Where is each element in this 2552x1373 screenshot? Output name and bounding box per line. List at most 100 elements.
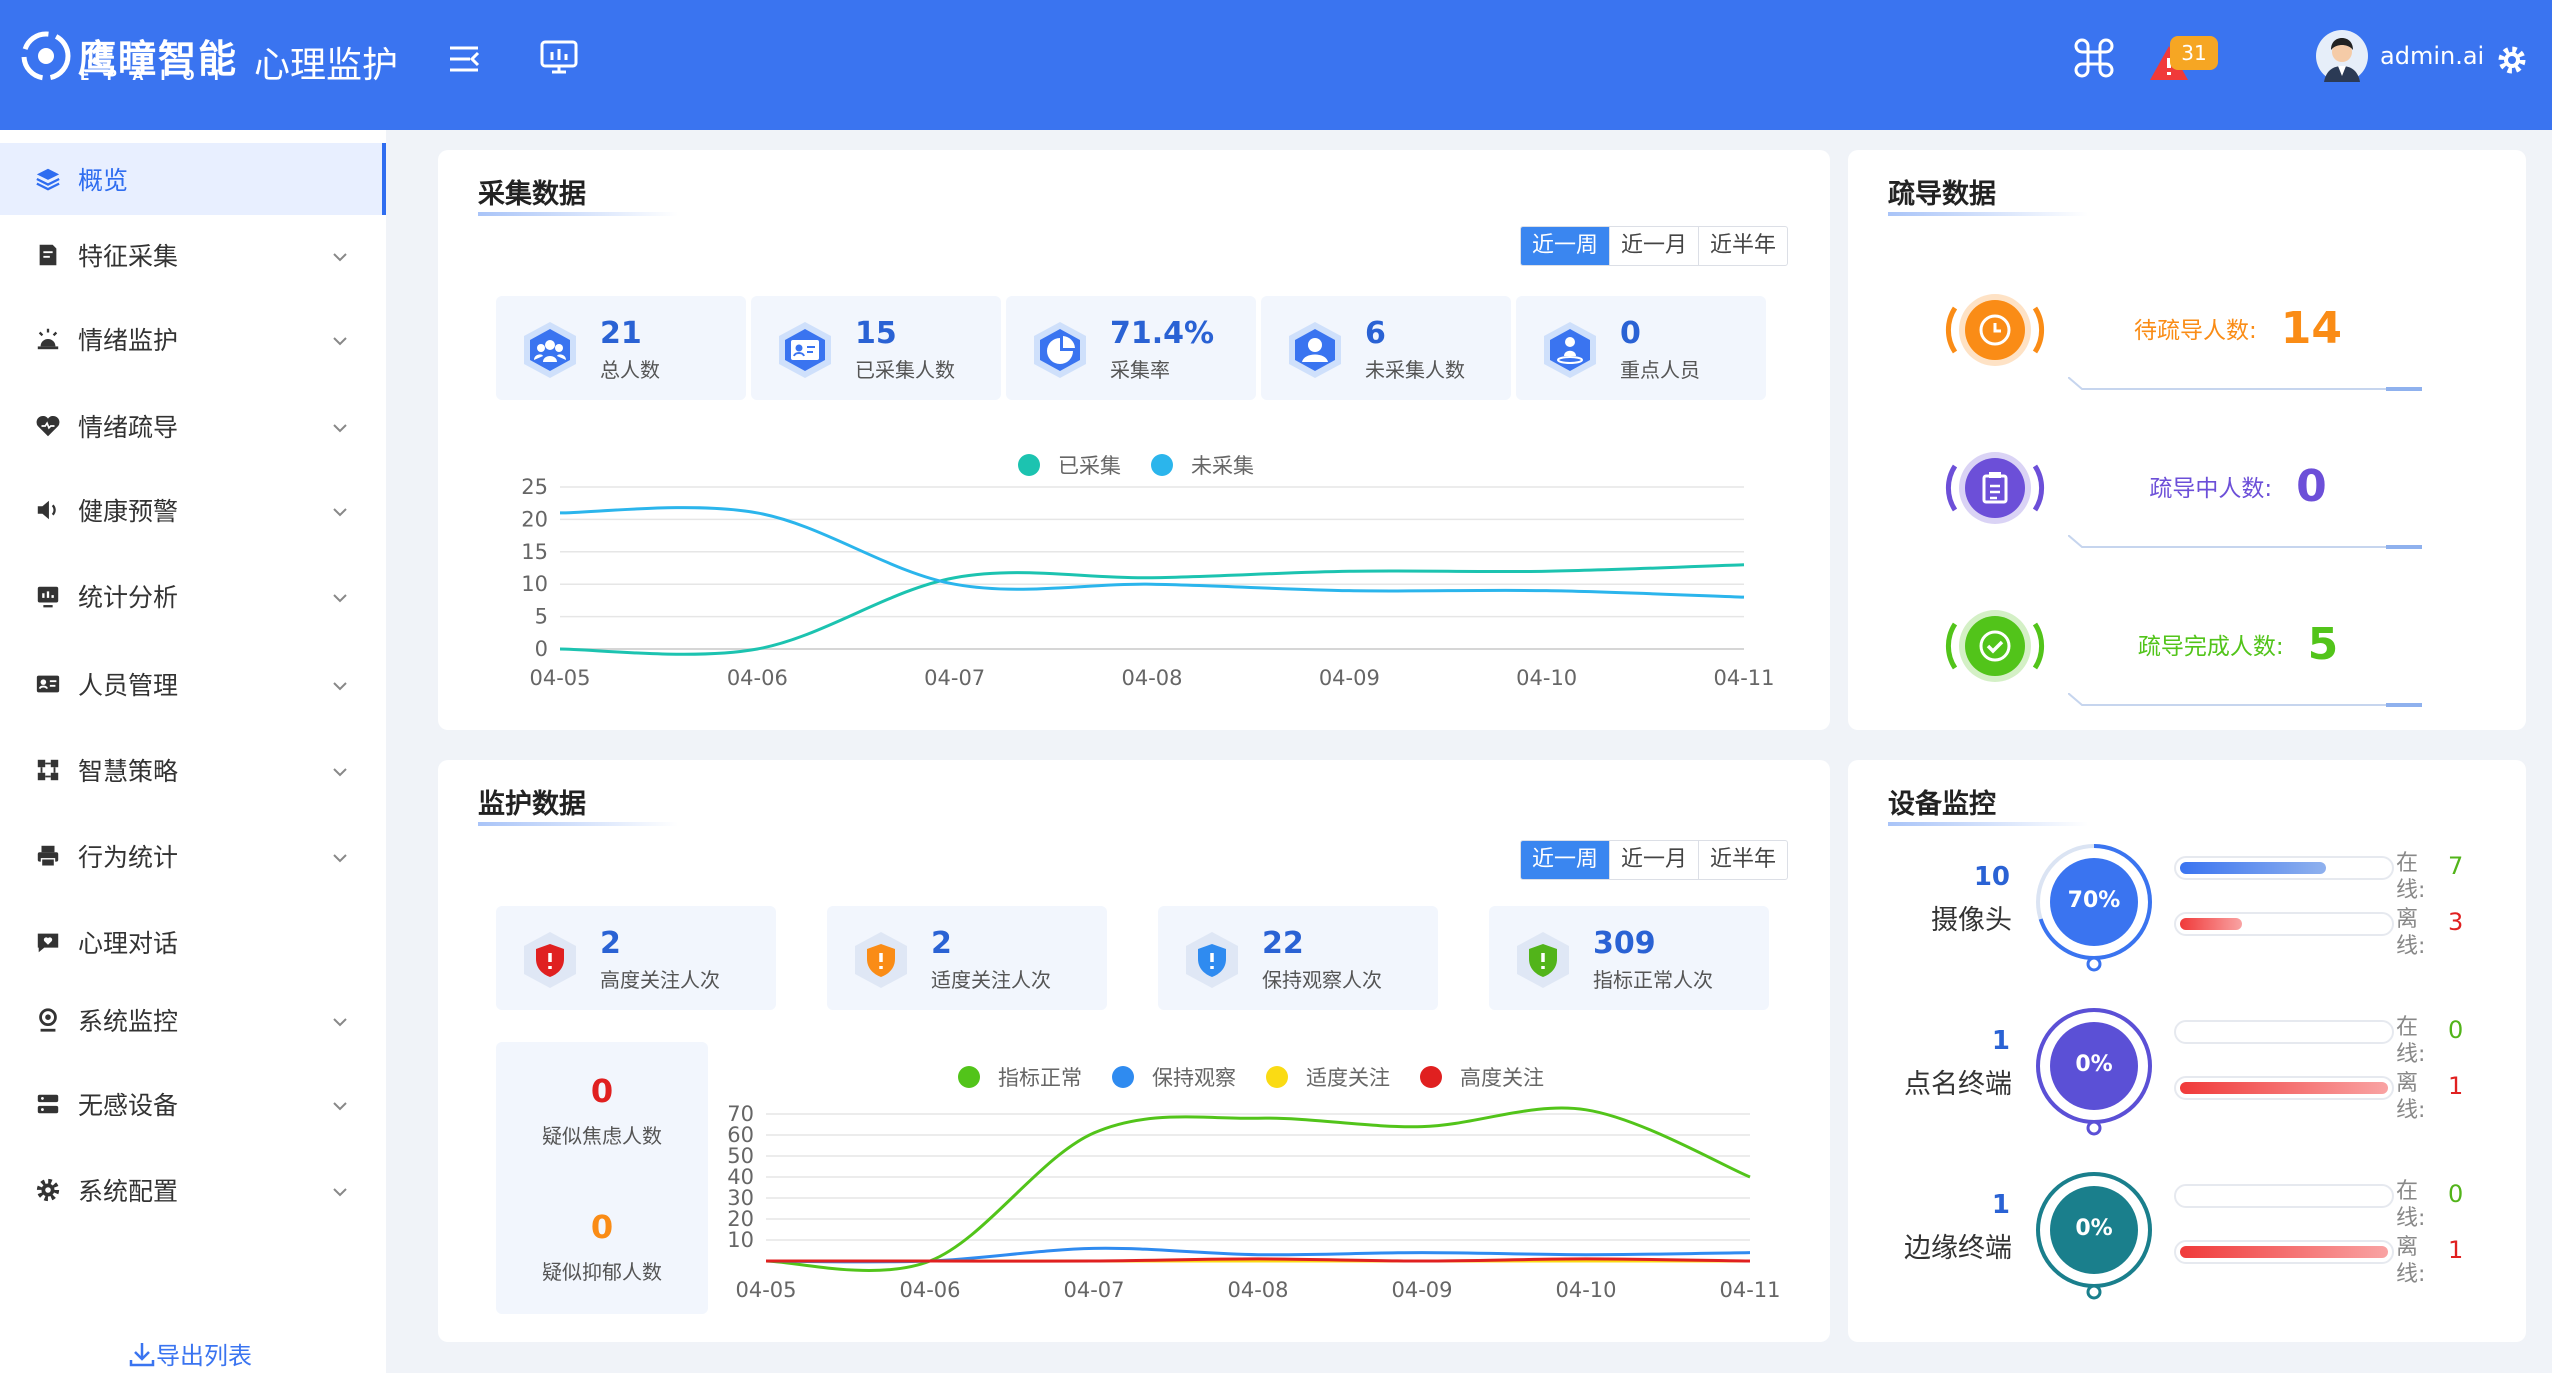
gear-icon [34, 1176, 62, 1204]
status-label: 在线: [2396, 1015, 2426, 1067]
device-name: 边缘终端 [1904, 1233, 2012, 1264]
bar-fill [2180, 1246, 2388, 1258]
sidebar-item-10[interactable]: 系统监控 [0, 984, 386, 1056]
chevron-down-icon [330, 845, 352, 867]
guide-underline [2067, 529, 2428, 549]
device-count: 10 [1973, 862, 2010, 892]
id-card-icon [34, 670, 62, 698]
x-tick-label: 04-08 [1227, 1278, 1288, 1302]
collect-line-chart: 0 5 10 15 20 25 04-05 04-06 04-07 04-08 04-09 04-10… [521, 475, 1774, 690]
guide-underline [2067, 371, 2428, 391]
x-tick-label: 04-07 [924, 666, 985, 690]
series-line [559, 563, 1745, 656]
bar-fill [2180, 862, 2326, 874]
guide-value: 14 [2280, 302, 2342, 354]
chevron-down-icon [330, 1179, 352, 1201]
monitor-screen-icon[interactable] [540, 40, 578, 76]
offline-bar [2174, 1076, 2394, 1100]
sidebar-item-0[interactable]: 概览 [0, 143, 386, 215]
x-tick-label: 04-06 [899, 1278, 960, 1302]
status-count: 1 [2448, 1236, 2464, 1264]
y-tick-label: 40 [727, 1165, 754, 1189]
alarm-icon [34, 325, 62, 353]
y-tick-label: 50 [727, 1144, 754, 1168]
sidebar-item-label: 系统配置 [78, 1177, 179, 1206]
chart-icon [34, 582, 62, 610]
y-tick-label: 10 [521, 572, 548, 596]
status-count: 3 [2448, 908, 2464, 936]
guide-title: 疏导数据 [1888, 172, 2088, 216]
online-bar [2174, 1184, 2394, 1208]
guide-label: 待疏导人数: [2134, 318, 2257, 344]
guide-data-card: 疏导数据 待疏导人数: 14 疏导中人数: 0 疏导完成人数: 5 [1848, 150, 2526, 730]
y-tick-label: 15 [521, 540, 548, 564]
sidebar-item-12[interactable]: 系统配置 [0, 1154, 386, 1226]
monitor-line-chart: 10203040506070 04-05 04-06 04-07 04-08 04-09 0… [727, 1102, 1780, 1302]
speaker-icon [34, 496, 62, 524]
edit-icon [34, 241, 62, 269]
chevron-down-icon [330, 585, 352, 607]
clipboard-icon [1940, 443, 2050, 533]
device-title: 设备监控 [1888, 782, 2088, 826]
sidebar-item-11[interactable]: 无感设备 [0, 1068, 386, 1140]
sidebar-item-label: 健康预警 [78, 497, 179, 526]
sidebar-item-2[interactable]: 情绪监护 [0, 303, 386, 375]
x-tick-label: 04-11 [1719, 1278, 1780, 1302]
sidebar-item-label: 无感设备 [78, 1091, 179, 1120]
command-icon[interactable] [2074, 38, 2114, 78]
guide-row: 待疏导人数: 14 [2068, 293, 2408, 363]
chevron-down-icon [330, 1009, 352, 1031]
sidebar-item-label: 人员管理 [78, 671, 179, 700]
x-tick-label: 04-05 [735, 1278, 796, 1302]
sidebar-item-label: 特征采集 [78, 242, 179, 271]
offline-bar [2174, 1240, 2394, 1264]
notification-badge: 31 [2170, 36, 2218, 70]
status-label: 在线: [2396, 851, 2426, 903]
username-label[interactable]: admin.ai [2380, 42, 2484, 70]
location-icon [34, 1006, 62, 1034]
guide-row: 疏导完成人数: 5 [2068, 609, 2408, 679]
sidebar: 概览 特征采集 情绪监护 情绪疏导 健康预警 统计分析 人员管理 智慧策略 行为统计 心理对话 系统… [0, 130, 386, 1373]
x-tick-label: 04-07 [1063, 1278, 1124, 1302]
y-tick-label: 70 [727, 1102, 754, 1126]
guide-label: 疏导完成人数: [2137, 634, 2284, 660]
status-label: 离线: [2396, 1071, 2426, 1123]
chevron-down-icon [330, 499, 352, 521]
device-count: 1 [1991, 1190, 2010, 1220]
device-name: 摄像头 [1931, 905, 2012, 936]
chevron-down-icon [330, 759, 352, 781]
sidebar-item-6[interactable]: 人员管理 [0, 648, 386, 720]
guide-value: 0 [2296, 460, 2327, 512]
device-name: 点名终端 [1904, 1069, 2012, 1100]
offline-bar [2174, 912, 2394, 936]
guide-underline [2067, 687, 2428, 707]
sidebar-item-3[interactable]: 情绪疏导 [0, 390, 386, 462]
bar-fill [2180, 1082, 2388, 1094]
menu-collapse-icon[interactable] [448, 44, 480, 74]
sidebar-item-9[interactable]: 心理对话 [0, 906, 386, 978]
device-percent: 0% [2075, 1052, 2113, 1077]
sidebar-item-label: 情绪疏导 [78, 413, 179, 442]
sidebar-item-8[interactable]: 行为统计 [0, 820, 386, 892]
export-list-link[interactable]: 导出列表 [128, 1336, 252, 1371]
y-tick-label: 30 [727, 1186, 754, 1210]
printer-icon [34, 842, 62, 870]
sidebar-item-5[interactable]: 统计分析 [0, 560, 386, 632]
sidebar-item-7[interactable]: 智慧策略 [0, 734, 386, 806]
sidebar-item-label: 行为统计 [78, 843, 179, 872]
status-count: 1 [2448, 1072, 2464, 1100]
x-tick-label: 04-10 [1516, 666, 1577, 690]
monitor-data-card: 监护数据 近一周 近一月 近半年 2 高度关注人次 2 适度关注人次 22 保持观察人次 309… [438, 760, 1830, 1342]
collect-data-card: 采集数据 近一周 近一月 近半年 21 总人数 15 已采集人数 71.4% 采集率 6 未采集人… [438, 150, 1830, 730]
check-icon [1940, 601, 2050, 691]
guide-label: 疏导中人数: [2149, 476, 2273, 502]
avatar[interactable] [2316, 30, 2368, 82]
sidebar-item-1[interactable]: 特征采集 [0, 219, 386, 291]
network-icon [34, 756, 62, 784]
sidebar-item-4[interactable]: 健康预警 [0, 474, 386, 546]
device-count: 1 [1991, 1026, 2010, 1056]
status-count: 7 [2448, 852, 2464, 880]
settings-gear-icon[interactable] [2496, 44, 2528, 76]
series-line [765, 1106, 1751, 1272]
status-count: 0 [2448, 1016, 2464, 1044]
